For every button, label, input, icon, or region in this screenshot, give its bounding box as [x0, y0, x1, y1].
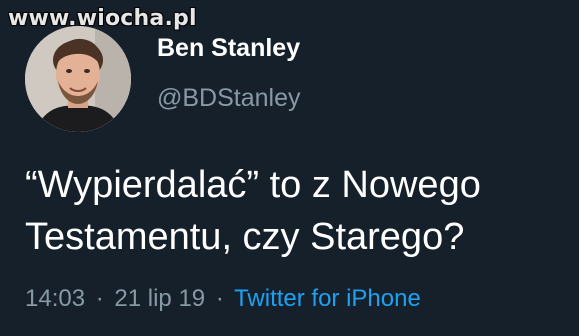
meta-separator-1: ·: [95, 285, 104, 312]
watermark-logo: www.wiocha.pl: [8, 6, 197, 31]
avatar-photo: [25, 26, 131, 132]
avatar[interactable]: [25, 26, 131, 132]
tweet-text: “Wypierdalać” to z Nowego Testamentu, cz…: [25, 159, 565, 263]
meta-separator-2: ·: [215, 285, 224, 312]
tweet-source-link[interactable]: Twitter for iPhone: [234, 285, 421, 312]
tweet-meta: 14:03 · 21 lip 19 · Twitter for iPhone: [25, 285, 421, 313]
tweet-time[interactable]: 14:03: [25, 285, 85, 312]
display-name[interactable]: Ben Stanley: [157, 34, 300, 63]
user-handle[interactable]: @BDStanley: [157, 84, 301, 113]
tweet-date[interactable]: 21 lip 19: [114, 285, 205, 312]
tweet-text-line-1: “Wypierdalać” to z Nowego: [25, 164, 481, 206]
tweet-text-line-2: Testamentu, czy Starego?: [25, 216, 465, 258]
